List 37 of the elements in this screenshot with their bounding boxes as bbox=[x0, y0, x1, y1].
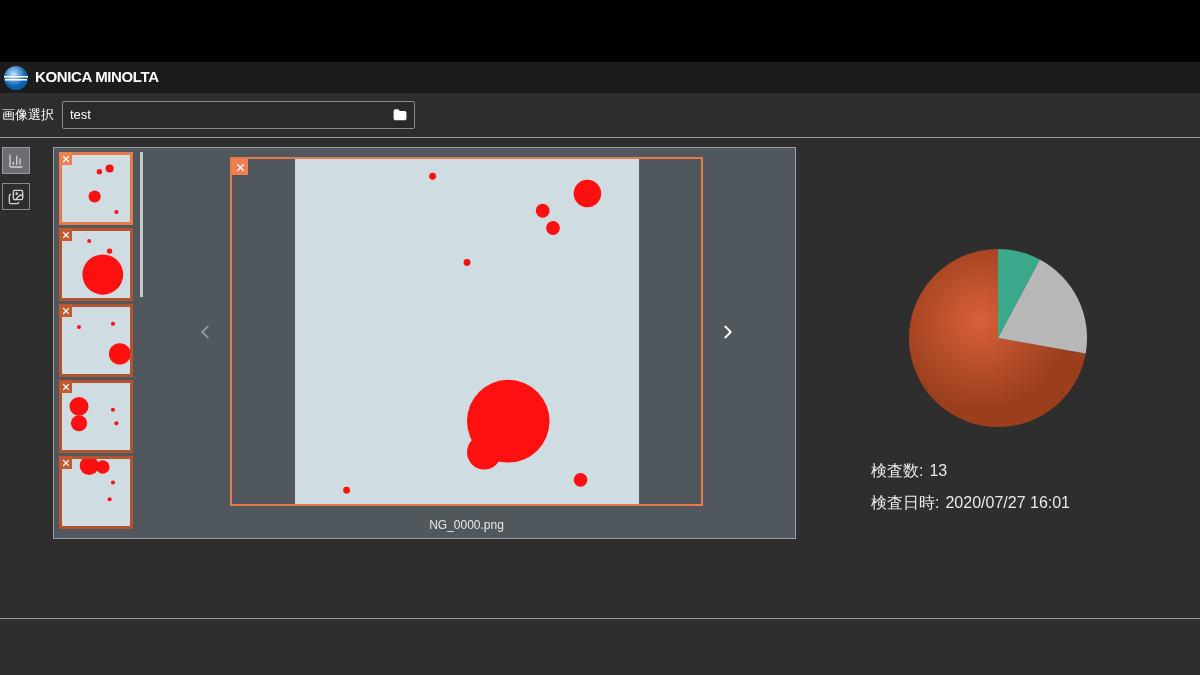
image-filename: NG_0000.png bbox=[429, 517, 504, 534]
remove-button[interactable] bbox=[59, 228, 72, 241]
stat-label: 検査日時: bbox=[871, 493, 940, 513]
image-select-label: 画像選択 bbox=[2, 106, 54, 125]
remove-button[interactable] bbox=[59, 456, 72, 469]
remove-button[interactable] bbox=[59, 380, 72, 393]
bar-chart-icon bbox=[8, 152, 24, 169]
close-icon bbox=[234, 161, 246, 173]
logo-text: KONICA MINOLTA bbox=[35, 67, 159, 88]
images-icon bbox=[8, 188, 24, 205]
remove-button[interactable] bbox=[59, 304, 72, 317]
scrollbar[interactable] bbox=[140, 152, 143, 297]
folder-icon bbox=[393, 108, 407, 122]
close-icon bbox=[60, 153, 71, 164]
close-icon bbox=[60, 381, 71, 392]
chart-view-button[interactable] bbox=[2, 147, 30, 174]
thumbnail[interactable] bbox=[59, 304, 133, 377]
stat-value: 2020/07/27 16:01 bbox=[945, 493, 1070, 513]
close-icon bbox=[60, 229, 71, 240]
thumbnail[interactable] bbox=[59, 456, 133, 529]
logo-icon bbox=[3, 64, 29, 91]
defect-photo bbox=[62, 155, 130, 222]
defect-photo bbox=[62, 307, 130, 374]
thumbnail[interactable] bbox=[59, 380, 133, 453]
defect-photo bbox=[62, 459, 130, 526]
close-icon bbox=[60, 457, 71, 468]
stat-label: 検査数: bbox=[871, 461, 924, 481]
remove-button[interactable] bbox=[59, 152, 72, 165]
thumbnail[interactable] bbox=[59, 228, 133, 301]
stat-value: 13 bbox=[929, 461, 948, 481]
defect-photo bbox=[62, 383, 130, 450]
folder-path-field[interactable]: test bbox=[62, 101, 415, 129]
gallery-view-button[interactable] bbox=[2, 183, 30, 210]
close-icon bbox=[60, 305, 71, 316]
defect-photo bbox=[62, 231, 130, 298]
remove-button[interactable] bbox=[232, 159, 248, 175]
thumbnail[interactable] bbox=[59, 152, 133, 225]
